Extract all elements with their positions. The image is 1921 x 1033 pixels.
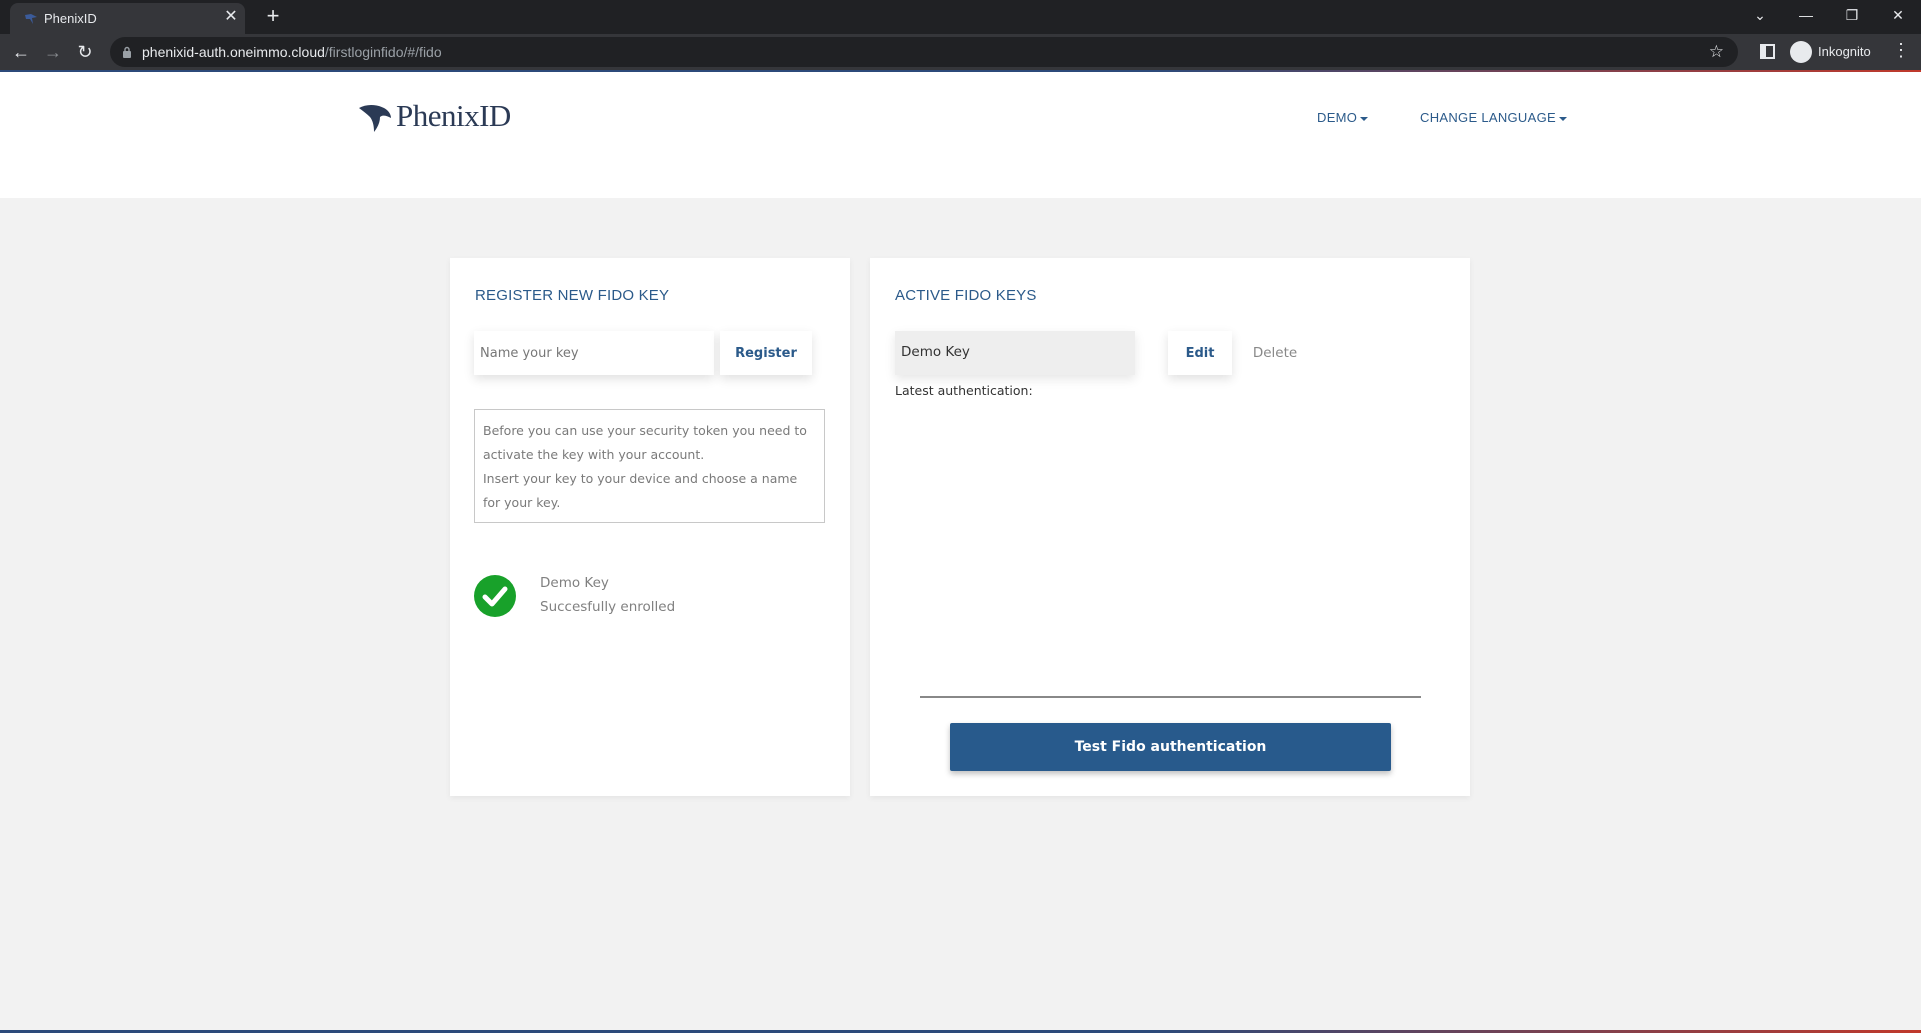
browser-menu-icon[interactable]: ⋮ [1892,40,1910,61]
tab-search-icon[interactable]: ⌄ [1737,0,1783,30]
browser-tab[interactable]: PhenixID ✕ [10,3,245,34]
lock-icon [123,46,131,58]
address-bar[interactable]: phenixid-auth.oneimmo.cloud/firstloginfi… [110,37,1738,67]
enrolled-key-name: Demo Key [540,575,609,591]
phenixid-favicon-icon [25,14,37,24]
browser-toolbar: ← → ↻ phenixid-auth.oneimmo.cloud/firstl… [0,34,1921,70]
page-content: PhenixID DEMO CHANGE LANGUAGE REGISTER N… [0,72,1921,1033]
change-language-label: CHANGE LANGUAGE [1420,110,1556,125]
forward-icon[interactable]: → [41,40,65,64]
phenixid-logo[interactable]: PhenixID [358,96,538,136]
url-text: phenixid-auth.oneimmo.cloud/firstloginfi… [142,44,442,60]
delete-key-button[interactable]: Delete [1240,331,1310,375]
minimize-icon[interactable]: — [1783,0,1829,30]
incognito-profile-button[interactable]: Inkognito [1788,38,1884,66]
demo-menu[interactable]: DEMO [1317,110,1369,125]
incognito-label: Inkognito [1818,44,1871,59]
register-card-title: REGISTER NEW FIDO KEY [475,287,670,304]
demo-menu-label: DEMO [1317,110,1358,125]
caret-down-icon [1360,116,1369,121]
site-header: PhenixID DEMO CHANGE LANGUAGE [0,72,1921,198]
logo-text: PhenixID [396,98,511,133]
browser-tab-bar: PhenixID ✕ + ⌄ — ❐ ✕ [0,0,1921,34]
register-fido-card: REGISTER NEW FIDO KEY Register Before yo… [450,258,850,796]
key-name-input[interactable] [474,331,714,375]
close-tab-icon[interactable]: ✕ [222,8,240,26]
instructions-line-2: activate the key with your account. [483,447,705,462]
active-key-name: Demo Key [895,331,1135,375]
card-divider [920,696,1421,698]
register-button[interactable]: Register [720,331,812,375]
enrolled-status: Succesfully enrolled [540,599,676,615]
instructions-line-4: for your key. [483,495,561,510]
instructions-box: Before you can use your security token y… [474,409,825,523]
edit-key-button[interactable]: Edit [1168,331,1232,375]
url-path: /firstloginfido/#/fido [324,44,442,60]
success-check-icon [474,575,516,617]
side-panel-icon[interactable] [1760,44,1775,59]
instructions-line-1: Before you can use your security token y… [483,423,807,438]
back-icon[interactable]: ← [9,40,33,64]
restore-icon[interactable]: ❐ [1829,0,1875,30]
bookmark-star-icon[interactable]: ☆ [1709,42,1724,62]
test-fido-auth-button[interactable]: Test Fido authentication [950,723,1391,771]
latest-authentication-label: Latest authentication: [895,383,1033,398]
reload-icon[interactable]: ↻ [73,40,97,64]
phoenix-logo-icon [359,105,391,132]
incognito-icon [1790,41,1812,63]
instructions-line-3: Insert your key to your device and choos… [483,471,798,486]
url-host: phenixid-auth.oneimmo.cloud [142,44,325,60]
close-window-icon[interactable]: ✕ [1875,0,1921,30]
active-fido-keys-card: ACTIVE FIDO KEYS Demo Key Edit Delete La… [870,258,1470,796]
caret-down-icon [1558,116,1567,121]
active-card-title: ACTIVE FIDO KEYS [895,287,1037,304]
tab-title: PhenixID [44,11,97,26]
new-tab-icon[interactable]: + [262,5,284,27]
change-language-menu[interactable]: CHANGE LANGUAGE [1420,110,1567,125]
